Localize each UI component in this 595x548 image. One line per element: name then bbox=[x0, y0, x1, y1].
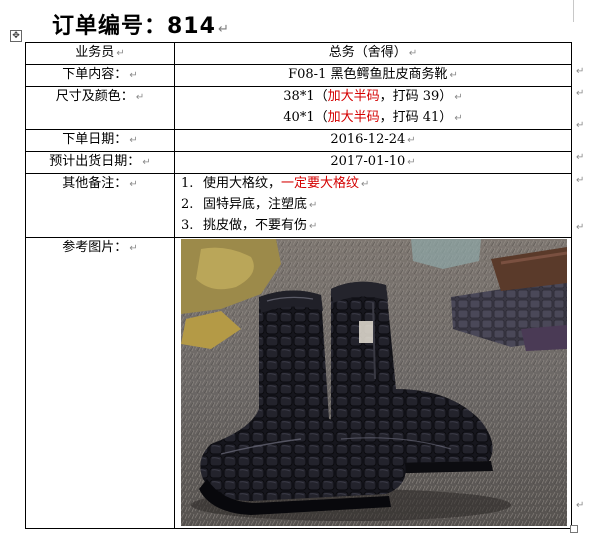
note-number: 2. bbox=[181, 197, 194, 212]
photo-value-cell bbox=[174, 237, 572, 529]
cell-mark: ↵ bbox=[116, 48, 125, 59]
order-date-value: 2016-12-24 bbox=[330, 132, 406, 147]
size-label-cell: 尺寸及颜色： ↵ bbox=[25, 86, 175, 130]
row-notes: 其他备注： ↵ 1. 使用大格纹，一定要大格纹 ↵ 2. 固特异底，注塑底 ↵ 3. 挑皮做… bbox=[25, 173, 572, 238]
salesman-value-cell: 总务（舍得） ↵ bbox=[174, 42, 572, 65]
note-item-2: 2. 固特异底，注塑底 ↵ bbox=[181, 195, 571, 216]
cell-mark: ↵ bbox=[135, 92, 145, 103]
row-order-date: 下单日期： ↵ 2016-12-24 ↵ bbox=[25, 129, 572, 152]
content-label: 下单内容： bbox=[62, 67, 128, 82]
size-label: 尺寸及颜色： bbox=[55, 89, 134, 104]
row-order-content: 下单内容： ↵ F08-1 黑色鳄鱼肚皮商务靴 ↵ bbox=[25, 64, 572, 87]
size-line-1: 38*1（加大半码，打码 39） ↵ bbox=[175, 87, 571, 108]
size-line-2-suffix: ，打码 41） bbox=[379, 110, 453, 125]
notes-label-cell: 其他备注： ↵ bbox=[25, 173, 175, 238]
size-line-1-prefix: 38*1（ bbox=[283, 89, 328, 104]
content-value-cell: F08-1 黑色鳄鱼肚皮商务靴 ↵ bbox=[174, 64, 572, 87]
order-table: 业务员 ↵ 总务（舍得） ↵ 下单内容： ↵ F08-1 黑色鳄鱼肚皮商务靴 ↵ 尺寸及… bbox=[25, 42, 572, 529]
size-line-2: 40*1（加大半码，打码 41） ↵ bbox=[175, 108, 571, 129]
ship-date-value-cell: 2017-01-10 ↵ bbox=[174, 151, 572, 174]
salesman-label-cell: 业务员 ↵ bbox=[25, 42, 175, 65]
cell-mark: ↵ bbox=[142, 157, 151, 168]
size-line-1-highlight: 加大半码 bbox=[327, 89, 380, 104]
cell-mark: ↵ bbox=[129, 179, 138, 190]
order-number-title: 订单编号：814 ↵ bbox=[52, 8, 230, 40]
note-text: 使用大格纹， bbox=[203, 176, 282, 191]
cell-mark: ↵ bbox=[129, 243, 138, 254]
row-end-mark: ↵ bbox=[576, 152, 585, 163]
table-resize-handle[interactable] bbox=[570, 525, 578, 533]
line-mark: ↵ bbox=[454, 113, 463, 124]
line-mark: ↵ bbox=[309, 221, 318, 232]
salesman-value: 总务（舍得） bbox=[328, 45, 407, 60]
cell-mark: ↵ bbox=[407, 135, 416, 146]
row-ship-date: 预计出货日期： ↵ 2017-01-10 ↵ bbox=[25, 151, 572, 174]
line-mark: ↵ bbox=[361, 179, 370, 190]
row-end-mark: ↵ bbox=[576, 222, 585, 233]
row-end-mark: ↵ bbox=[576, 500, 585, 511]
note-item-3: 3. 挑皮做，不要有伤 ↵ bbox=[181, 216, 571, 237]
photo-label: 参考图片： bbox=[62, 240, 128, 255]
line-mark: ↵ bbox=[454, 92, 463, 103]
photo-label-cell: 参考图片： ↵ bbox=[25, 237, 175, 529]
row-salesman: 业务员 ↵ 总务（舍得） ↵ bbox=[25, 42, 572, 65]
row-size-color: 尺寸及颜色： ↵ 38*1（加大半码，打码 39） ↵ 40*1（加大半码，打码 4… bbox=[25, 86, 572, 130]
note-highlight: 一定要大格纹 bbox=[281, 176, 360, 191]
note-item-1: 1. 使用大格纹，一定要大格纹 ↵ bbox=[181, 174, 571, 195]
notes-value-cell: 1. 使用大格纹，一定要大格纹 ↵ 2. 固特异底，注塑底 ↵ 3. 挑皮做，不要有伤 ↵ bbox=[174, 173, 572, 238]
note-text: 固特异底，注塑底 bbox=[203, 197, 308, 212]
size-line-2-prefix: 40*1（ bbox=[283, 110, 328, 125]
salesman-label: 业务员 bbox=[75, 45, 115, 60]
note-number: 1. bbox=[181, 176, 194, 191]
row-end-mark: ↵ bbox=[576, 66, 585, 77]
row-end-mark: ↵ bbox=[576, 120, 585, 131]
ship-date-label-cell: 预计出货日期： ↵ bbox=[25, 151, 175, 174]
cell-mark: ↵ bbox=[449, 70, 458, 81]
notes-label: 其他备注： bbox=[62, 176, 128, 191]
cell-mark: ↵ bbox=[407, 157, 416, 168]
ship-date-value: 2017-01-10 bbox=[330, 154, 406, 169]
order-number-text: 订单编号：814 bbox=[52, 14, 216, 39]
note-number: 3. bbox=[181, 218, 194, 233]
content-value: F08-1 黑色鳄鱼肚皮商务靴 bbox=[288, 67, 448, 82]
order-date-value-cell: 2016-12-24 ↵ bbox=[174, 129, 572, 152]
size-line-1-suffix: ，打码 39） bbox=[379, 89, 453, 104]
row-end-mark: ↵ bbox=[576, 175, 585, 186]
content-label-cell: 下单内容： ↵ bbox=[25, 64, 175, 87]
paragraph-mark: ↵ bbox=[217, 22, 230, 37]
table-move-handle-icon[interactable]: ✥ bbox=[10, 30, 22, 42]
note-text: 挑皮做，不要有伤 bbox=[203, 218, 308, 233]
order-date-label: 下单日期： bbox=[62, 132, 128, 147]
size-line-2-highlight: 加大半码 bbox=[327, 110, 380, 125]
cell-mark: ↵ bbox=[129, 135, 138, 146]
order-date-label-cell: 下单日期： ↵ bbox=[25, 129, 175, 152]
row-end-mark: ↵ bbox=[576, 88, 585, 99]
ship-date-label: 预计出货日期： bbox=[49, 154, 141, 169]
row-reference-photo: 参考图片： ↵ bbox=[25, 237, 572, 529]
line-mark: ↵ bbox=[309, 200, 318, 211]
page-margin-guide bbox=[573, 0, 574, 22]
cell-mark: ↵ bbox=[408, 48, 418, 59]
size-value-cell: 38*1（加大半码，打码 39） ↵ 40*1（加大半码，打码 41） ↵ bbox=[174, 86, 572, 130]
boot-reference-photo bbox=[181, 239, 567, 526]
cell-mark: ↵ bbox=[129, 70, 138, 81]
